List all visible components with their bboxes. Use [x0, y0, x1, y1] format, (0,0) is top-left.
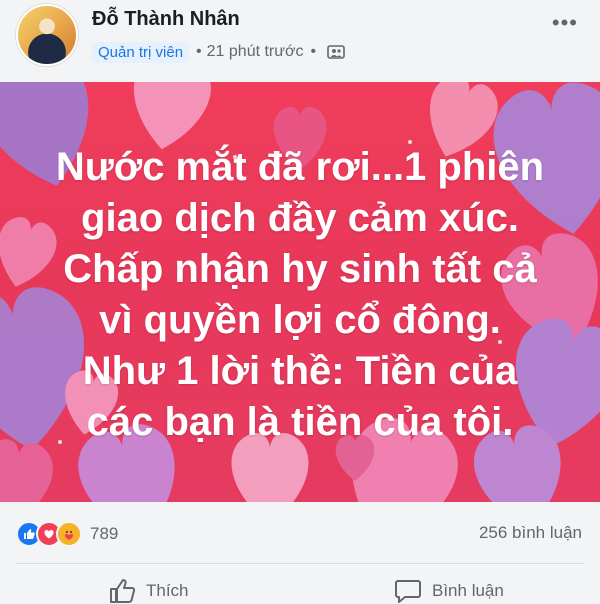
reactions-summary[interactable]: 789 — [16, 521, 119, 547]
comment-button[interactable]: Bình luận — [394, 578, 504, 604]
post-meta: Quản trị viên • 21 phút trước • — [92, 40, 345, 64]
author-name[interactable]: Đỗ Thành Nhân — [92, 8, 240, 31]
banner-line: giao dịch đầy cảm xúc. — [81, 196, 519, 240]
comment-label: Bình luận — [432, 581, 504, 600]
reaction-count: 789 — [90, 524, 119, 543]
post-image-banner[interactable]: Nước mắt đã rơi...1 phiên giao dịch đầy … — [0, 82, 600, 502]
banner-text: Nước mắt đã rơi...1 phiên giao dịch đầy … — [0, 142, 600, 448]
post-header: Đỗ Thành Nhân Quản trị viên • 21 phút tr… — [0, 0, 600, 82]
like-label: Thích — [146, 581, 189, 600]
comment-icon — [395, 580, 421, 603]
banner-line: các bạn là tiền của tôi. — [86, 400, 514, 444]
banner-line: vì quyền lợi cổ đông. — [99, 298, 501, 342]
meta-separator: • — [196, 43, 202, 60]
group-icon — [327, 45, 345, 59]
more-options-icon[interactable]: ••• — [552, 10, 578, 36]
post-actions: Thích Bình luận — [0, 564, 600, 603]
banner-line: Như 1 lời thề: Tiền của — [82, 349, 518, 393]
like-button[interactable]: Thích — [108, 578, 189, 604]
comments-count-link[interactable]: 256 bình luận — [479, 523, 582, 543]
care-icon — [56, 521, 82, 547]
author-avatar[interactable] — [16, 4, 78, 66]
banner-line: Chấp nhận hy sinh tất cả — [63, 247, 537, 291]
engagement-bar: 789 256 bình luận — [0, 502, 600, 564]
meta-separator: • — [310, 43, 317, 60]
banner-line: Nước mắt đã rơi...1 phiên — [55, 145, 545, 189]
role-badge[interactable]: Quản trị viên — [92, 41, 190, 63]
post-timestamp[interactable]: 21 phút trước — [207, 43, 304, 61]
thumbs-up-icon — [110, 579, 136, 603]
